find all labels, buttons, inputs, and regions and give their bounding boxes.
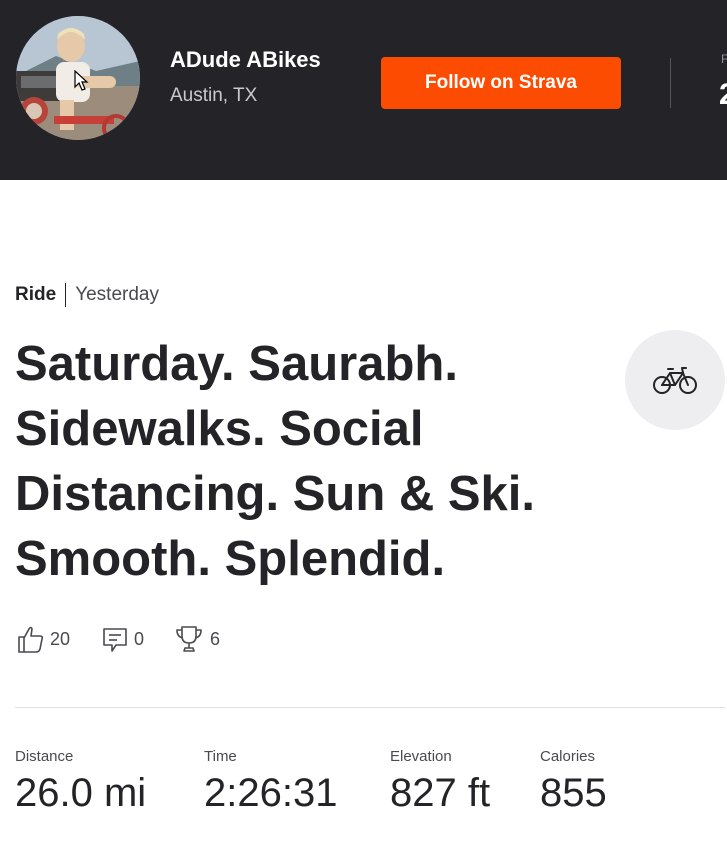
activity-date: Yesterday: [75, 284, 159, 305]
comment-count: 0: [134, 628, 145, 649]
kudos-button[interactable]: 20: [16, 624, 70, 654]
sport-type-badge: [625, 330, 725, 430]
header-stat-value: 2: [719, 78, 727, 112]
athlete-header: ADude ABikes Austin, TX Follow on Strava…: [0, 0, 727, 180]
header-stat-label: F: [721, 52, 727, 66]
thumbs-up-icon: [18, 626, 44, 653]
stat-calories: Calories 855: [540, 748, 607, 816]
stat-value: 2:26:31: [204, 771, 338, 815]
achievements-button[interactable]: 6: [174, 624, 220, 654]
meta-divider: [65, 283, 67, 307]
stat-label: Time: [204, 748, 237, 765]
stat-label: Elevation: [390, 748, 452, 765]
stat-elevation: Elevation 827 ft: [390, 748, 490, 816]
header-divider: [670, 58, 671, 108]
achievement-count: 6: [210, 628, 221, 649]
activity-meta: Ride Yesterday: [15, 283, 159, 307]
section-divider: [15, 707, 725, 708]
social-actions: 20 0 6: [16, 624, 220, 654]
stat-label: Distance: [15, 748, 74, 765]
activity-title: Saturday. Saurabh. Sidewalks. Social Dis…: [15, 337, 536, 586]
activity-type: Ride: [15, 284, 57, 305]
athlete-name[interactable]: ADude ABikes: [170, 47, 321, 73]
stat-value: 827 ft: [390, 771, 491, 815]
mouse-cursor-icon: [74, 70, 89, 91]
comments-button[interactable]: 0: [102, 625, 144, 653]
stat-distance: Distance 26.0 mi: [15, 748, 146, 816]
trophy-icon: [176, 626, 202, 652]
stat-label: Calories: [540, 748, 596, 765]
stat-value: 855: [540, 771, 607, 815]
comment-icon: [103, 628, 127, 652]
stat-time: Time 2:26:31: [204, 748, 337, 816]
follow-on-strava-button[interactable]: Follow on Strava: [381, 57, 621, 109]
athlete-location: Austin, TX: [170, 85, 258, 106]
bike-icon: [653, 367, 697, 394]
kudos-count: 20: [50, 628, 71, 649]
stat-value: 26.0 mi: [15, 771, 147, 815]
